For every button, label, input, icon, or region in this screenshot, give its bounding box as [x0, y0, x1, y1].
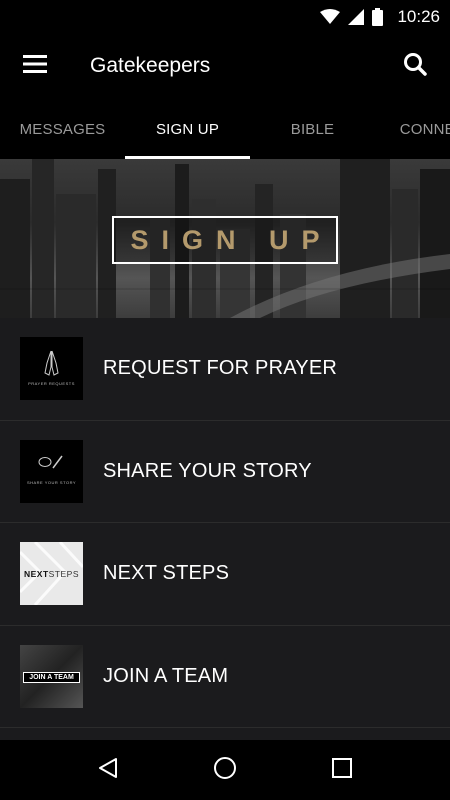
battery-icon: [372, 7, 384, 26]
home-icon: [213, 756, 237, 785]
story-thumb-caption: SHARE YOUR STORY: [26, 479, 77, 485]
search-button[interactable]: [380, 33, 450, 99]
recents-button[interactable]: [312, 740, 372, 800]
list-item-join-a-team[interactable]: JOIN A TEAM JOIN A TEAM: [0, 626, 450, 728]
wifi-icon: [320, 8, 341, 25]
next-steps-thumbnail: NEXTSTEPS: [20, 542, 83, 606]
join-team-thumbnail: JOIN A TEAM: [20, 644, 83, 708]
recents-icon: [331, 757, 352, 783]
app-title: Gatekeepers: [90, 54, 211, 77]
story-thumbnail: SHARE YOUR STORY: [20, 439, 83, 503]
list-item-next-steps[interactable]: NEXTSTEPS NEXT STEPS: [0, 523, 450, 626]
sign-up-banner-frame: SIGN UP: [112, 216, 338, 264]
tab-connect[interactable]: CONNECT: [375, 99, 450, 159]
praying-hands-icon: [20, 351, 83, 400]
banner-title: SIGN UP: [130, 224, 333, 255]
tab-sign-up[interactable]: SIGN UP: [125, 99, 250, 159]
prayer-thumbnail: PRAYER REQUESTS: [20, 337, 83, 401]
next-steps-thumb-text: NEXTSTEPS: [20, 569, 83, 579]
item-label-join-a-team: JOIN A TEAM: [103, 664, 229, 687]
list-item-share-your-story[interactable]: SHARE YOUR STORY SHARE YOUR STORY: [0, 421, 450, 523]
item-label-request-for-prayer: REQUEST FOR PRAYER: [103, 357, 338, 380]
list-item-request-for-prayer[interactable]: PRAYER REQUESTS REQUEST FOR PRAYER: [0, 318, 450, 421]
status-bar: 10:26: [0, 0, 450, 33]
back-button[interactable]: [78, 740, 138, 800]
sign-up-list: PRAYER REQUESTS REQUEST FOR PRAYER SHARE…: [0, 318, 450, 740]
sign-up-banner: SIGN UP: [0, 159, 450, 318]
join-team-thumb-text: JOIN A TEAM: [23, 671, 80, 683]
next-steps-thumb-rest: STEPS: [48, 569, 80, 580]
tab-messages[interactable]: MESSAGES: [0, 99, 125, 159]
tab-bar: MESSAGES SIGN UP BIBLE CONNECT: [0, 99, 450, 159]
home-button[interactable]: [195, 740, 255, 800]
speech-bubble-pen-icon: [20, 455, 83, 503]
item-label-next-steps: NEXT STEPS: [103, 562, 230, 585]
back-icon: [97, 757, 119, 784]
system-nav-bar: [0, 740, 450, 800]
signal-icon: [348, 8, 365, 25]
search-icon: [403, 52, 427, 81]
next-steps-thumb-bold: NEXT: [23, 569, 49, 580]
item-label-share-your-story: SHARE YOUR STORY: [103, 459, 312, 482]
app-bar: Gatekeepers: [0, 33, 450, 99]
menu-button[interactable]: [0, 33, 70, 99]
hamburger-menu-icon: [23, 54, 47, 78]
tab-bible[interactable]: BIBLE: [250, 99, 375, 159]
prayer-thumb-caption: PRAYER REQUESTS: [28, 381, 75, 387]
status-time: 10:26: [397, 6, 440, 26]
